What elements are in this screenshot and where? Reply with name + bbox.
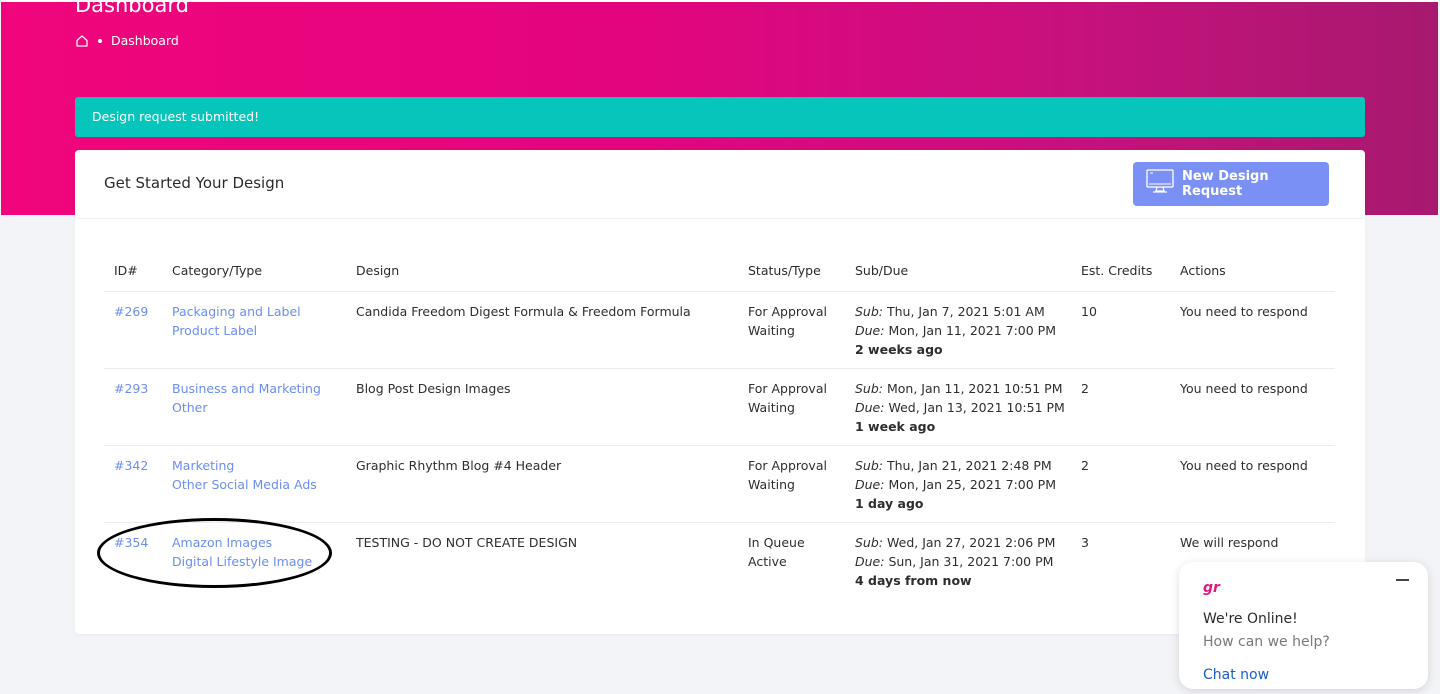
card-title: Get Started Your Design: [104, 174, 285, 192]
table-row: #269 Packaging and Label Product Label C…: [104, 291, 1335, 369]
column-header-credits: Est. Credits: [1071, 250, 1170, 292]
sub-label: Sub:: [855, 304, 884, 319]
sub-label: Sub:: [855, 535, 884, 550]
relative-time: 1 week ago: [855, 419, 936, 434]
status-type-text: Waiting: [748, 323, 795, 338]
chat-subline: How can we help?: [1203, 634, 1330, 650]
status-text: For Approval: [748, 458, 827, 473]
category-link[interactable]: Packaging and Label: [172, 302, 346, 321]
status-text: For Approval: [748, 304, 827, 319]
sub-date: Mon, Jan 11, 2021 10:51 PM: [887, 381, 1063, 396]
column-header-sub-due: Sub/Due: [845, 250, 1071, 292]
status-text: In Queue: [748, 535, 805, 550]
status-type-text: Active: [748, 554, 787, 569]
design-requests-card: Get Started Your Design New Design Reque…: [75, 150, 1365, 634]
due-label: Due:: [855, 477, 885, 492]
est-credits: 2: [1071, 368, 1170, 446]
category-link[interactable]: Marketing: [172, 456, 346, 475]
type-link[interactable]: Other: [172, 398, 346, 417]
due-label: Due:: [855, 554, 885, 569]
status-text: For Approval: [748, 381, 827, 396]
due-label: Due:: [855, 400, 885, 415]
est-credits: 10: [1071, 291, 1170, 369]
monitor-icon: [1146, 169, 1182, 199]
design-name: Blog Post Design Images: [346, 368, 738, 446]
status-type-text: Waiting: [748, 477, 795, 492]
due-label: Due:: [855, 323, 885, 338]
column-header-actions: Actions: [1170, 250, 1335, 292]
type-link[interactable]: Other Social Media Ads: [172, 475, 346, 494]
sub-date: Thu, Jan 21, 2021 2:48 PM: [887, 458, 1052, 473]
column-header-status: Status/Type: [738, 250, 845, 292]
status-type-text: Waiting: [748, 400, 795, 415]
breadcrumb-current: Dashboard: [111, 33, 179, 48]
table-row: #354 Amazon Images Digital Lifestyle Ima…: [104, 523, 1335, 600]
column-header-id: ID#: [104, 250, 162, 292]
table-row: #342 Marketing Other Social Media Ads Gr…: [104, 445, 1335, 523]
column-header-design: Design: [346, 250, 738, 292]
due-date: Mon, Jan 11, 2021 7:00 PM: [888, 323, 1056, 338]
breadcrumb: Dashboard: [75, 33, 179, 48]
table-row: #293 Business and Marketing Other Blog P…: [104, 368, 1335, 446]
breadcrumb-separator: [98, 38, 102, 43]
request-id-link[interactable]: #293: [114, 381, 148, 396]
category-link[interactable]: Amazon Images: [172, 533, 346, 552]
success-alert: Design request submitted!: [75, 97, 1365, 137]
action-text: You need to respond: [1170, 368, 1335, 446]
category-link[interactable]: Business and Marketing: [172, 379, 346, 398]
relative-time: 1 day ago: [855, 496, 924, 511]
minimize-icon[interactable]: [1391, 570, 1415, 590]
est-credits: 3: [1081, 535, 1089, 550]
chat-now-link[interactable]: Chat now: [1203, 667, 1269, 683]
type-link[interactable]: Product Label: [172, 321, 346, 340]
request-id-link[interactable]: #269: [114, 304, 148, 319]
est-credits: 2: [1071, 445, 1170, 523]
design-requests-table: ID# Category/Type Design Status/Type Sub…: [104, 250, 1335, 599]
relative-time: 4 days from now: [855, 573, 972, 588]
action-text: You need to respond: [1170, 445, 1335, 523]
due-date: Mon, Jan 25, 2021 7:00 PM: [888, 477, 1056, 492]
request-id-link[interactable]: #354: [114, 535, 148, 550]
type-link[interactable]: Digital Lifestyle Image: [172, 552, 346, 571]
chat-headline: We're Online!: [1203, 611, 1298, 627]
sub-label: Sub:: [855, 381, 884, 396]
action-text: You need to respond: [1170, 291, 1335, 369]
sub-date: Wed, Jan 27, 2021 2:06 PM: [887, 535, 1056, 550]
relative-time: 2 weeks ago: [855, 342, 943, 357]
table-header-row: ID# Category/Type Design Status/Type Sub…: [104, 250, 1335, 292]
due-date: Wed, Jan 13, 2021 10:51 PM: [888, 400, 1065, 415]
minimize-bar: [1396, 579, 1409, 581]
due-date: Sun, Jan 31, 2021 7:00 PM: [888, 554, 1054, 569]
new-design-request-button[interactable]: New Design Request: [1133, 162, 1329, 206]
chat-widget[interactable]: gr We're Online! How can we help? Chat n…: [1179, 562, 1428, 689]
page-title: Dashboard: [75, 0, 189, 17]
sub-label: Sub:: [855, 458, 884, 473]
column-header-category: Category/Type: [162, 250, 346, 292]
design-name: Candida Freedom Digest Formula & Freedom…: [346, 291, 738, 369]
alert-message: Design request submitted!: [92, 109, 260, 124]
request-id-link[interactable]: #342: [114, 458, 148, 473]
design-name: Graphic Rhythm Blog #4 Header: [346, 445, 738, 523]
home-icon[interactable]: [75, 34, 89, 48]
new-design-request-label: New Design Request: [1182, 169, 1269, 199]
chat-logo: gr: [1203, 580, 1220, 596]
card-header: Get Started Your Design New Design Reque…: [75, 150, 1365, 219]
design-name: TESTING - DO NOT CREATE DESIGN: [356, 535, 578, 550]
sub-date: Thu, Jan 7, 2021 5:01 AM: [887, 304, 1045, 319]
